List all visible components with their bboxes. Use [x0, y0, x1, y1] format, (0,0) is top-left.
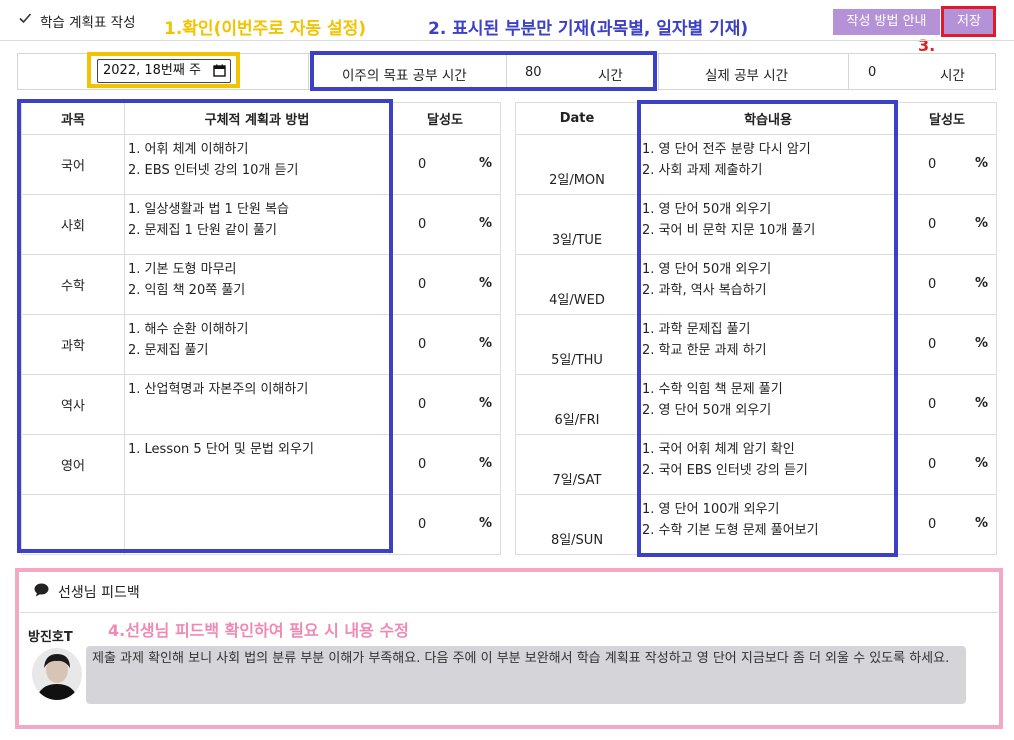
daily-achievement-cell[interactable]: 0% [897, 434, 997, 495]
daily-date: 8일/SUN [515, 494, 639, 555]
plan-achievement-value: 0 [418, 157, 427, 172]
guide-button[interactable]: 작성 방법 안내 [833, 9, 940, 35]
plan-achievement-cell[interactable]: 0% [389, 314, 501, 375]
annotation-box-goal [310, 51, 657, 91]
plan-achievement-value: 0 [418, 337, 427, 352]
daily-achievement-cell[interactable]: 0% [897, 134, 997, 195]
daily-achievement-value: 0 [928, 397, 937, 412]
daily-achievement-cell[interactable]: 0% [897, 494, 997, 555]
percent-sign: % [478, 396, 492, 411]
percent-sign: % [478, 156, 492, 171]
actual-hours-label: 실제 공부 시간 [705, 68, 789, 84]
annotation-step4: 4.선생님 피드백 확인하여 필요 시 내용 수정 [108, 621, 409, 640]
annotation-box-daily [637, 100, 898, 557]
header-divider [0, 40, 1014, 41]
daily-achievement-cell[interactable]: 0% [897, 194, 997, 255]
daily-date: 7일/SAT [515, 434, 639, 495]
plan-achievement-value: 0 [418, 277, 427, 292]
annotation-step1: 1.확인(이번주로 자동 설정) [164, 19, 367, 39]
plan-achievement-value: 0 [418, 457, 427, 472]
daily-achievement-value: 0 [928, 337, 937, 352]
plan-achievement-cell[interactable]: 0% [389, 134, 501, 195]
actual-hours-unit: 시간 [940, 68, 965, 84]
plan-achievement-cell[interactable]: 0% [389, 434, 501, 495]
percent-sign: % [478, 336, 492, 351]
daily-header-date: Date [515, 102, 639, 135]
daily-achievement-value: 0 [928, 217, 937, 232]
plan-achievement-value: 0 [418, 217, 427, 232]
percent-sign: % [974, 396, 988, 411]
percent-sign: % [974, 156, 988, 171]
percent-sign: % [974, 336, 988, 351]
percent-sign: % [478, 216, 492, 231]
feedback-divider [20, 612, 998, 613]
annotation-box-plan [17, 99, 393, 553]
percent-sign: % [974, 456, 988, 471]
check-icon [19, 13, 32, 24]
daily-achievement-cell[interactable]: 0% [897, 374, 997, 435]
teacher-name: 방진호T [28, 630, 73, 645]
plan-achievement-cell[interactable]: 0% [389, 194, 501, 255]
daily-date: 3일/TUE [515, 194, 639, 255]
annotation-box-save [941, 6, 996, 37]
percent-sign: % [478, 516, 492, 531]
plan-header-achievement: 달성도 [389, 102, 501, 135]
daily-achievement-value: 0 [928, 277, 937, 292]
daily-achievement-value: 0 [928, 157, 937, 172]
daily-achievement-cell[interactable]: 0% [897, 314, 997, 375]
plan-achievement-cell[interactable]: 0% [389, 374, 501, 435]
plan-achievement-value: 0 [418, 517, 427, 532]
page-title: 학습 계획표 작성 [40, 15, 136, 31]
percent-sign: % [974, 516, 988, 531]
percent-sign: % [974, 276, 988, 291]
comment-icon [34, 583, 49, 597]
daily-achievement-cell[interactable]: 0% [897, 254, 997, 315]
daily-date: 4일/WED [515, 254, 639, 315]
teacher-avatar [32, 648, 82, 700]
percent-sign: % [478, 276, 492, 291]
annotation-box-week [87, 52, 240, 88]
feedback-message: 제출 과제 확인해 보니 사회 법의 분류 부분 이해가 부족해요. 다음 주에… [86, 646, 966, 704]
plan-achievement-cell[interactable]: 0% [389, 494, 501, 555]
actual-hours-value: 0 [868, 65, 877, 80]
percent-sign: % [478, 456, 492, 471]
percent-sign: % [974, 216, 988, 231]
daily-header-achievement: 달성도 [897, 102, 997, 135]
daily-date: 2일/MON [515, 134, 639, 195]
plan-achievement-cell[interactable]: 0% [389, 254, 501, 315]
annotation-step2: 2. 표시된 부분만 기재(과목별, 일자별 기재) [428, 19, 749, 39]
plan-achievement-value: 0 [418, 397, 427, 412]
daily-achievement-value: 0 [928, 457, 937, 472]
daily-achievement-value: 0 [928, 517, 937, 532]
daily-date: 6일/FRI [515, 374, 639, 435]
daily-date: 5일/THU [515, 314, 639, 375]
feedback-title: 선생님 피드백 [58, 585, 140, 601]
